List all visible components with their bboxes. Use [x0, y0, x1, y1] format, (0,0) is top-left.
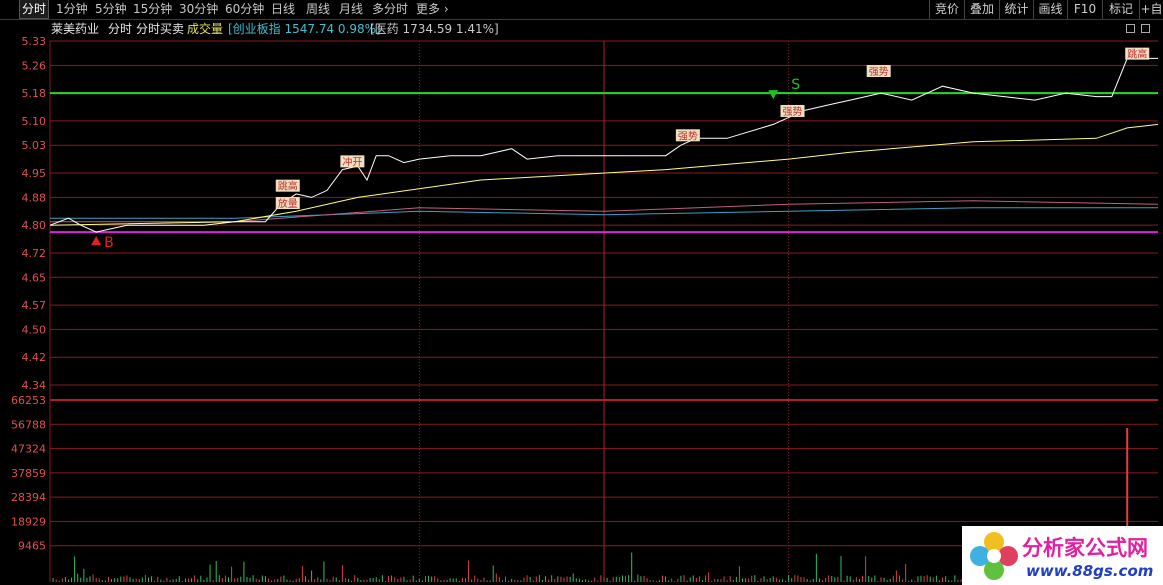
price-tick-label: 4.88	[22, 191, 47, 204]
price-tick-label: 5.26	[22, 59, 47, 72]
price-tick-label: 4.42	[22, 351, 47, 364]
signal-label: 强势	[678, 129, 698, 142]
price-tick-label: 5.10	[22, 115, 47, 128]
price-tick-label: 4.80	[22, 219, 47, 232]
volume-tick-label: 28394	[11, 491, 46, 504]
volume-axis: 66253 56788 47324 37859 28394 18929 9465	[11, 394, 46, 553]
price-tick-label: 4.72	[22, 247, 47, 260]
price-tick-label: 4.57	[22, 299, 47, 312]
price-tick-label: 5.03	[22, 139, 47, 152]
sell-arrow-icon	[768, 90, 779, 100]
price-tick-label: 4.65	[22, 271, 47, 284]
price-tick-label: 5.18	[22, 87, 47, 100]
signal-label: 放量	[278, 197, 298, 210]
price-axis: 5.33 5.26 5.18 5.10 5.03 4.95 4.88 4.80 4.72 4.65…	[22, 35, 47, 392]
volume-tick-label: 18929	[11, 515, 46, 528]
signal-label: 冲开	[342, 155, 362, 168]
signal-label: 跳高	[278, 180, 298, 193]
price-tick-label: 4.95	[22, 167, 47, 180]
watermark-logo: 分析家公式网 www.88gs.com	[962, 526, 1163, 585]
volume-tick-label: 37859	[11, 467, 46, 480]
flower-logo-icon	[970, 532, 1018, 580]
buy-marker: B	[104, 235, 114, 251]
signal-label: 强势	[869, 65, 889, 78]
watermark-url: www.88gs.com	[1026, 562, 1154, 580]
volume-tick-label: 66253	[11, 394, 46, 407]
chart-grid	[49, 40, 1158, 582]
signal-label: 强势	[783, 105, 803, 118]
buy-arrow-icon	[91, 236, 102, 246]
price-tick-label: 4.34	[22, 379, 47, 392]
watermark-title: 分析家公式网	[1022, 536, 1148, 560]
price-tick-label: 4.50	[22, 323, 47, 336]
volume-tick-label: 9465	[18, 540, 46, 553]
volume-tick-label: 47324	[11, 443, 46, 456]
sell-marker: S	[791, 77, 800, 93]
price-tick-label: 5.33	[22, 35, 47, 48]
volume-tick-label: 56788	[11, 418, 46, 431]
intraday-chart: 5.33 5.26 5.18 5.10 5.03 4.95 4.88 4.80 4.72 4.65…	[11, 35, 1159, 582]
signal-label: 跳高	[1127, 48, 1147, 61]
